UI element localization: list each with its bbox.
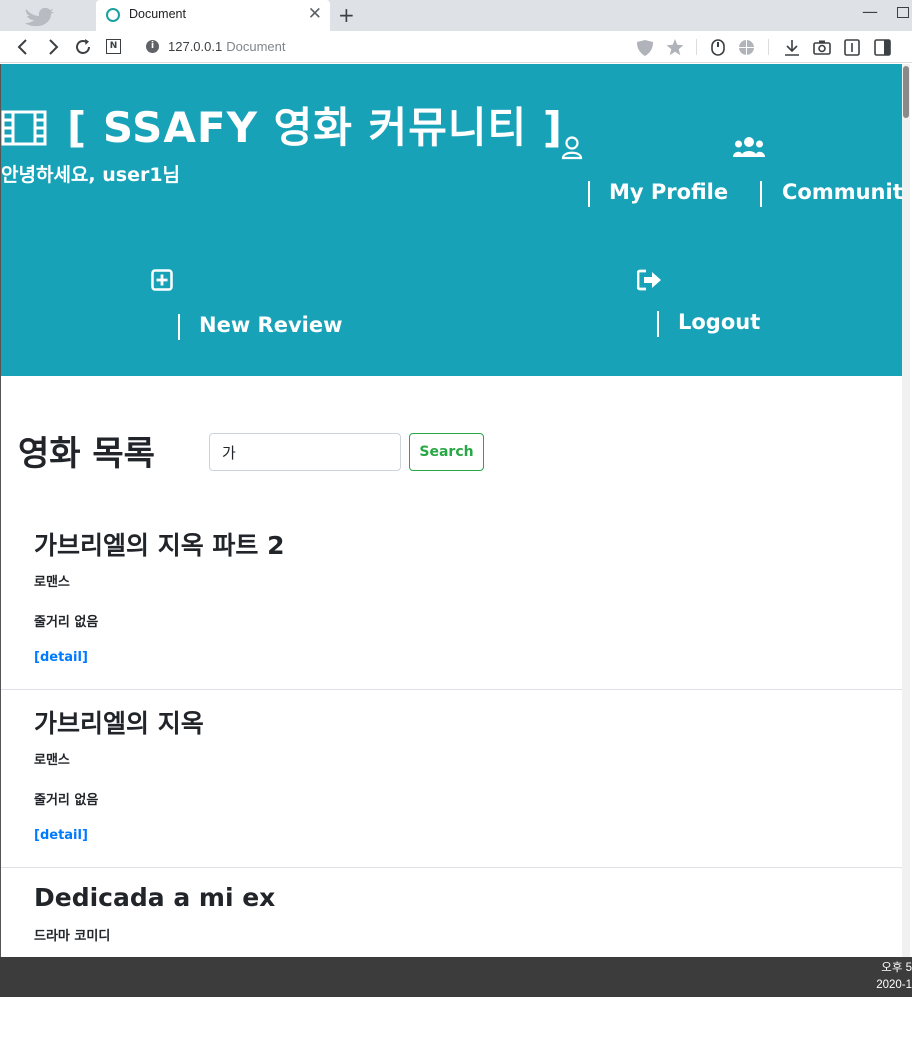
window-maximize-icon[interactable] bbox=[897, 7, 909, 18]
browser-tab-bar: Document ✕ + — bbox=[0, 0, 912, 31]
mouse-icon[interactable] bbox=[711, 39, 725, 56]
search-input[interactable] bbox=[209, 433, 401, 471]
address-page: Document bbox=[226, 39, 286, 54]
twitter-bird-icon[interactable] bbox=[24, 5, 54, 27]
film-icon bbox=[1, 110, 47, 146]
address-field[interactable]: 127.0.0.1 Document bbox=[168, 39, 285, 54]
users-icon bbox=[733, 137, 765, 157]
shield-icon[interactable] bbox=[636, 40, 654, 56]
divider bbox=[1, 689, 909, 690]
window-minimize-icon[interactable]: — bbox=[862, 2, 878, 21]
movie-genre: 로맨스 bbox=[34, 753, 70, 768]
os-taskbar: 오후 5 2020-1 bbox=[0, 957, 912, 997]
nav-logout[interactable]: Logout bbox=[637, 269, 797, 349]
reload-icon[interactable] bbox=[74, 38, 92, 56]
greeting-text: 안녕하세요, user1님 bbox=[1, 164, 181, 186]
movie-genre: 드라마 코미디 bbox=[34, 929, 111, 944]
address-host: 127.0.0.1 bbox=[168, 39, 223, 54]
page-viewport: [ SSAFY 영화 커뮤니티 ] 안녕하세요, user1님 My Profi… bbox=[0, 64, 912, 957]
toolbar-divider bbox=[696, 39, 697, 55]
n-icon[interactable]: N bbox=[106, 39, 121, 54]
nav-new-review-label: New Review bbox=[199, 313, 343, 337]
site-header: [ SSAFY 영화 커뮤니티 ] 안녕하세요, user1님 My Profi… bbox=[1, 64, 912, 376]
nav-divider bbox=[588, 181, 590, 207]
nav-new-review[interactable]: New Review bbox=[151, 269, 351, 349]
new-tab-button[interactable]: + bbox=[338, 3, 355, 27]
page-title: 영화 목록 bbox=[18, 434, 155, 474]
nav-community[interactable]: Community bbox=[733, 136, 912, 216]
brand-title: [ SSAFY 영화 커뮤니티 ] bbox=[67, 103, 563, 152]
divider bbox=[1, 867, 909, 868]
search-button[interactable]: Search bbox=[409, 433, 484, 471]
movie-plot: 줄거리 없음 bbox=[34, 793, 99, 808]
toolbar-divider bbox=[768, 39, 769, 55]
nav-divider bbox=[657, 311, 659, 337]
back-icon[interactable] bbox=[14, 38, 32, 56]
movie-title: Dedicada a mi ex bbox=[34, 883, 276, 912]
nav-divider bbox=[178, 314, 180, 340]
movie-item: 가브리엘의 지옥 파트 2 로맨스 줄거리 없음 [detail] bbox=[34, 526, 909, 665]
user-icon bbox=[561, 136, 583, 160]
nav-community-label: Community bbox=[782, 180, 912, 204]
nav-logout-label: Logout bbox=[678, 310, 761, 334]
sign-out-icon bbox=[637, 269, 661, 291]
movie-title: 가브리엘의 지옥 bbox=[34, 709, 204, 738]
plus-square-icon bbox=[151, 269, 173, 291]
clock-time: 오후 5 bbox=[881, 962, 912, 974]
movie-title: 가브리엘의 지옥 파트 2 bbox=[34, 531, 285, 560]
movie-item: 가브리엘의 지옥 로맨스 줄거리 없음 [detail] bbox=[34, 704, 909, 843]
movie-item: Dedicada a mi ex 드라마 코미디 bbox=[34, 883, 909, 944]
tab-close-icon[interactable]: ✕ bbox=[308, 4, 322, 24]
detail-link[interactable]: [detail] bbox=[34, 650, 88, 665]
nav-divider bbox=[760, 181, 762, 207]
taskbar-clock[interactable]: 오후 5 2020-1 bbox=[876, 960, 912, 994]
download-icon[interactable] bbox=[784, 39, 800, 56]
tab-favicon-icon bbox=[106, 8, 120, 22]
browser-address-bar: N i 127.0.0.1 Document bbox=[0, 31, 912, 63]
detail-link[interactable]: [detail] bbox=[34, 828, 88, 843]
globe-icon[interactable] bbox=[738, 39, 755, 56]
page-scrollbar[interactable] bbox=[902, 64, 910, 957]
forward-icon[interactable] bbox=[44, 38, 62, 56]
tab-title: Document bbox=[129, 7, 186, 21]
nav-my-profile[interactable]: My Profile bbox=[561, 136, 741, 216]
movie-plot: 줄거리 없음 bbox=[34, 615, 99, 630]
camera-icon[interactable] bbox=[813, 40, 831, 55]
site-brand[interactable]: [ SSAFY 영화 커뮤니티 ] bbox=[1, 94, 563, 155]
nav-my-profile-label: My Profile bbox=[609, 180, 729, 204]
sidebar-icon[interactable] bbox=[874, 39, 891, 56]
site-info-icon[interactable]: i bbox=[146, 40, 159, 53]
movie-genre: 로맨스 bbox=[34, 575, 70, 590]
star-icon[interactable] bbox=[666, 39, 684, 56]
scrollbar-thumb[interactable] bbox=[903, 66, 909, 118]
reader-icon[interactable] bbox=[844, 39, 860, 56]
clock-date: 2020-1 bbox=[876, 979, 912, 991]
active-tab[interactable]: Document ✕ bbox=[96, 0, 330, 31]
